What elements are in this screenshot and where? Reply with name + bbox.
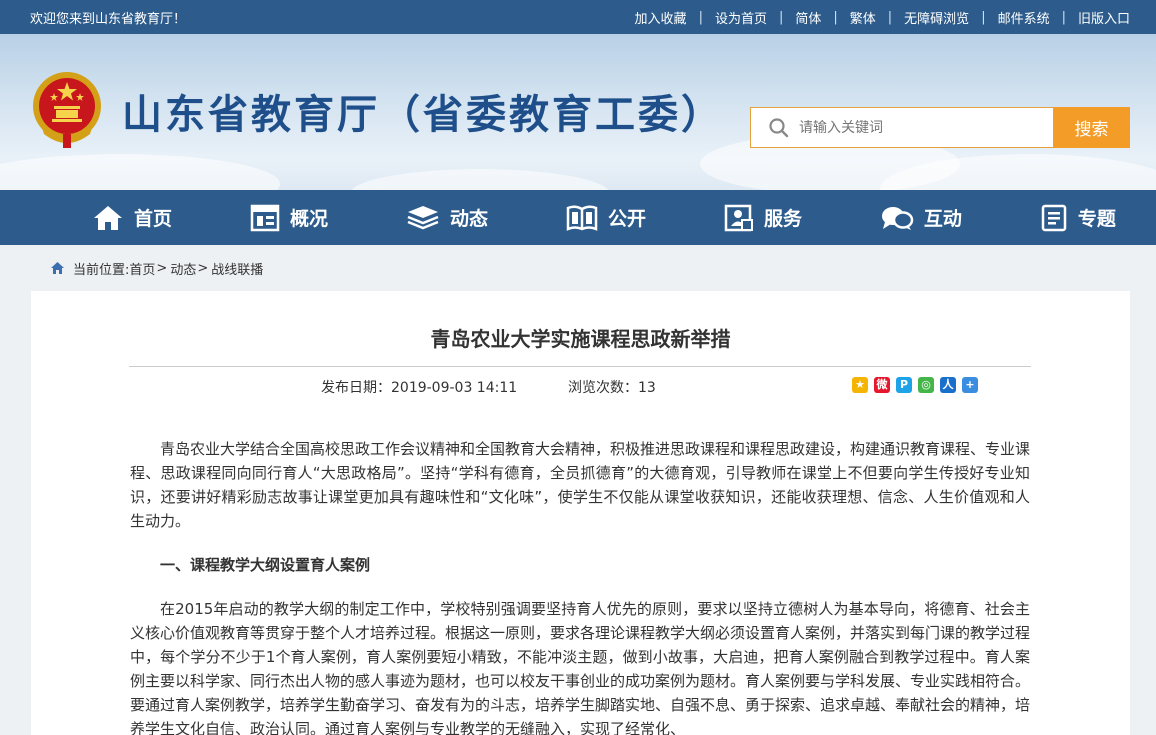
renren-share-icon[interactable]: 人 (940, 377, 956, 393)
home-small-icon (51, 262, 64, 274)
separator: | (833, 9, 838, 25)
main-nav: 首页 概况 动态 公开 服务 互动 专题 (0, 190, 1156, 245)
site-header: 山东省教育厅（省委教育工委） 搜索 (0, 34, 1156, 190)
accessibility-link[interactable]: 无障碍浏览 (904, 8, 969, 27)
search-box[interactable] (750, 107, 1053, 148)
breadcrumb-news[interactable]: 动态 (170, 259, 196, 278)
section-heading: 一、课程教学大纲设置育人案例 (160, 556, 371, 574)
nav-label: 服务 (763, 208, 802, 230)
top-bar: 欢迎您来到山东省教育厅！ 加入收藏 | 设为首页 | 简体 | 繁体 | 无障碍… (0, 0, 1156, 34)
set-homepage-link[interactable]: 设为首页 (715, 8, 767, 27)
search-icon (769, 117, 789, 137)
nav-item-home[interactable]: 首页 (92, 204, 172, 232)
article-title: 青岛农业大学实施课程思政新举措 (430, 327, 731, 351)
site-title[interactable]: 山东省教育厅（省委教育工委） (122, 82, 724, 140)
document-icon (1041, 204, 1067, 231)
nav-item-topics[interactable]: 专题 (1040, 204, 1116, 232)
top-links: 加入收藏 | 设为首页 | 简体 | 繁体 | 无障碍浏览 | 邮件系统 | 旧… (635, 8, 1130, 27)
more-share-icon[interactable]: + (962, 377, 978, 393)
nav-item-interact[interactable]: 互动 (880, 204, 962, 232)
open-book-icon (566, 204, 598, 231)
nav-label: 首页 (134, 208, 173, 230)
weibo-share-icon[interactable]: 微 (874, 377, 890, 393)
overview-icon (250, 204, 280, 231)
nav-item-service[interactable]: 服务 (724, 204, 802, 232)
home-icon (94, 205, 122, 230)
breadcrumb: 当前位置: 首页 > 动态 > 战线联播 (0, 245, 1156, 291)
mail-system-link[interactable]: 邮件系统 (998, 8, 1050, 27)
service-icon (724, 204, 753, 231)
title-divider (129, 366, 1031, 367)
breadcrumb-prefix: 当前位置: (73, 262, 130, 278)
qzone-share-icon[interactable]: ★ (852, 377, 868, 393)
nav-item-overview[interactable]: 概况 (250, 204, 328, 232)
breadcrumb-arrow: > (197, 260, 209, 276)
nav-item-public[interactable]: 公开 (566, 204, 646, 232)
separator: | (778, 9, 784, 25)
add-favorite-link[interactable]: 加入收藏 (635, 8, 687, 27)
publish-date: 发布日期：2019-09-03 14:11 (321, 380, 518, 396)
nav-label: 互动 (923, 208, 962, 230)
separator: | (887, 9, 893, 25)
cloud-decoration (350, 169, 610, 190)
search-button[interactable]: 搜索 (1053, 107, 1130, 148)
news-stack-icon (407, 205, 439, 229)
breadcrumb-home[interactable]: 首页 (129, 259, 155, 278)
nav-label: 公开 (607, 208, 646, 230)
article-paragraph: 青岛农业大学结合全国高校思政工作会议精神和全国教育大会精神，积极推进思政课程和课… (130, 440, 1031, 530)
separator: | (981, 9, 986, 25)
separator: | (698, 9, 703, 25)
article-paragraph: 在2015年启动的教学大纲的制定工作中，学校特别强调要坚持育人优先的原则，要求以… (130, 600, 1031, 735)
breadcrumb-arrow: > (156, 260, 168, 276)
tencent-share-icon[interactable]: P (896, 377, 912, 393)
welcome-text: 欢迎您来到山东省教育厅！ (30, 11, 187, 27)
article-body: 青岛农业大学结合全国高校思政工作会议精神和全国教育大会精神，积极推进思政课程和课… (130, 437, 1030, 735)
article-panel: 青岛农业大学实施课程思政新举措 发布日期：2019-09-03 14:11 浏览… (31, 291, 1130, 735)
chat-bubble-icon (881, 206, 914, 230)
nav-item-news[interactable]: 动态 (406, 204, 488, 232)
old-version-link[interactable]: 旧版入口 (1078, 8, 1130, 27)
separator: | (1061, 9, 1066, 25)
cloud-decoration (0, 154, 280, 190)
national-emblem-icon[interactable] (30, 68, 104, 150)
view-count: 浏览次数：13 (568, 380, 656, 396)
article-meta: 发布日期：2019-09-03 14:11 浏览次数：13 ★ 微 P ◎ 人 … (31, 377, 1130, 399)
search-bar: 搜索 (750, 107, 1130, 148)
share-bar: ★ 微 P ◎ 人 + (852, 377, 984, 393)
nav-label: 动态 (449, 208, 488, 230)
breadcrumb-frontline[interactable]: 战线联播 (211, 259, 263, 278)
nav-label: 专题 (1077, 208, 1116, 230)
traditional-chinese-link[interactable]: 繁体 (850, 8, 876, 27)
nav-label: 概况 (289, 208, 328, 230)
search-input[interactable] (799, 119, 1029, 136)
simplified-chinese-link[interactable]: 简体 (795, 8, 821, 27)
wechat-share-icon[interactable]: ◎ (918, 377, 934, 393)
